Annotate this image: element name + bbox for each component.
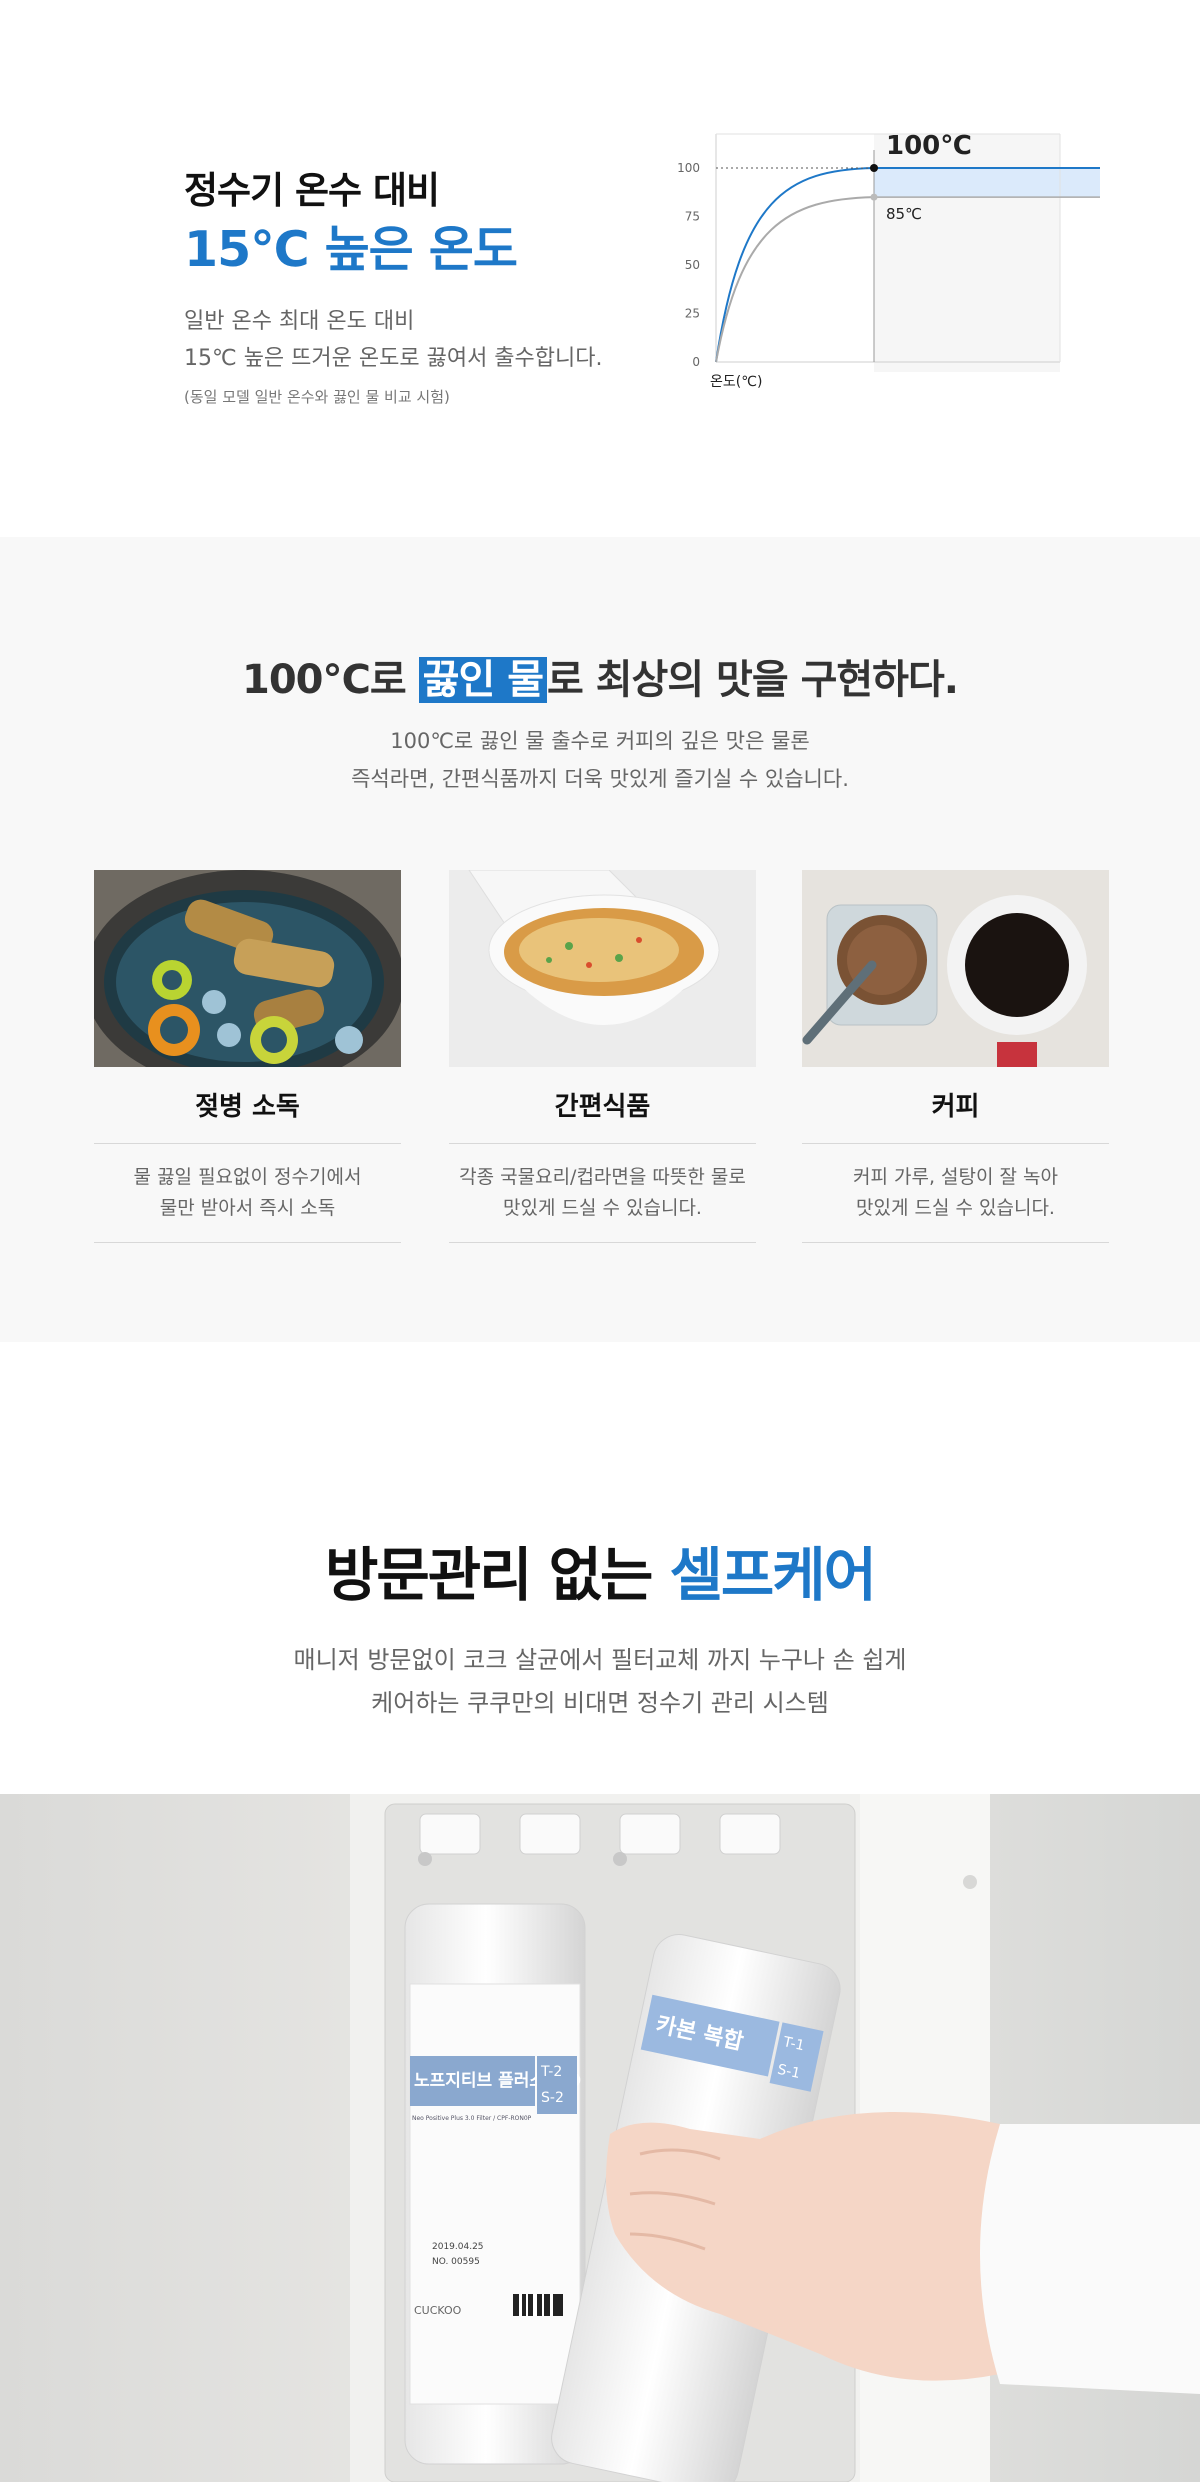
temperature-title-line2: 15℃ 높은 온도: [184, 221, 518, 278]
coffee-image: [802, 870, 1109, 1067]
y-tick-label: 100: [677, 161, 700, 175]
card-desc-line1: 각종 국물요리/컵라면을 따뜻한 물로: [459, 1166, 746, 1188]
card-desc-line1: 커피 가루, 설탕이 잘 녹아: [853, 1166, 1058, 1188]
x-axis-label: 온도(℃): [710, 374, 762, 390]
peak-point: [870, 164, 878, 172]
temperature-section: 정수기 온수 대비 15℃ 높은 온도 일반 온수 최대 온도 대비 15℃ 높…: [0, 0, 1200, 537]
temperature-title-line1: 정수기 온수 대비: [184, 169, 440, 212]
filter1-brand: CUCKOO: [414, 2304, 462, 2317]
peak-label: 100℃: [886, 131, 972, 161]
self-care-desc-line2: 케어하는 쿠쿠만의 비대면 정수기 관리 시스템: [371, 1689, 829, 1717]
card-description: 각종 국물요리/컵라면을 따뜻한 물로 맛있게 드실 수 있습니다.: [449, 1144, 756, 1242]
temperature-note: (동일 모델 일반 온수와 끓인 물 비교 시험): [184, 388, 450, 406]
filter-replacement-photo: 노프지티브 플러스 3.0 T-2 S-2 Neo Positive Plus …: [0, 1794, 1200, 2482]
card-coffee: 커피 커피 가루, 설탕이 잘 녹아 맛있게 드실 수 있습니다.: [802, 870, 1109, 1243]
chart-highlight-band: [874, 168, 1100, 198]
card-title: 간편식품: [554, 1092, 651, 1122]
card-desc-line2: 맛있게 드실 수 있습니다.: [856, 1197, 1055, 1219]
boiled-title-highlight: 끓인 물: [418, 657, 547, 703]
filter1-no: NO. 00595: [432, 2257, 480, 2267]
self-care-title: 방문관리 없는 셀프케어: [0, 1528, 1200, 1612]
card-desc-line2: 맛있게 드실 수 있습니다.: [503, 1197, 702, 1219]
temperature-desc-line1: 일반 온수 최대 온도 대비: [184, 309, 415, 334]
y-tick-label: 75: [685, 210, 700, 224]
boiled-water-title: 100℃로 끓인 물로 최상의 맛을 구현하다.: [0, 647, 1200, 705]
card-title: 젖병 소독: [195, 1092, 300, 1122]
divider: [94, 1242, 401, 1243]
card-instant-food: 간편식품 각종 국물요리/컵라면을 따뜻한 물로 맛있게 드실 수 있습니다.: [449, 870, 756, 1243]
card-bottle-sterilize: 젖병 소독 물 끓일 필요없이 정수기에서 물만 받아서 즉시 소독: [94, 870, 401, 1243]
series-curve: [715, 167, 875, 363]
boiled-title-post: 로 최상의 맛을 구현하다.: [547, 657, 959, 703]
filter1-code-top: T-2: [540, 2064, 562, 2080]
card-description: 커피 가루, 설탕이 잘 녹아 맛있게 드실 수 있습니다.: [802, 1144, 1109, 1242]
y-tick-label: 50: [685, 258, 700, 272]
card-desc-line1: 물 끓일 필요없이 정수기에서: [133, 1166, 362, 1188]
boiled-desc-line2: 즉석라면, 간편식품까지 더욱 맛있게 즐기실 수 있습니다.: [351, 767, 849, 791]
divider: [802, 1242, 1109, 1243]
temperature-chart: 100 75 50 25 0 100℃ 85℃ 온도(℃): [677, 131, 1100, 390]
temperature-desc-line2: 15℃ 높은 뜨거운 온도로 끓여서 출수합니다.: [184, 346, 603, 371]
self-care-title-pre: 방문관리 없는: [325, 1541, 670, 1609]
card-desc-line2: 물만 받아서 즉시 소독: [159, 1197, 336, 1219]
card-title: 커피: [931, 1092, 980, 1122]
card-description: 물 끓일 필요없이 정수기에서 물만 받아서 즉시 소독: [94, 1144, 401, 1242]
boiled-desc-line1: 100℃로 끓인 물 출수로 커피의 깊은 맛은 물론: [390, 729, 810, 753]
boiled-water-section: 100℃로 끓인 물로 최상의 맛을 구현하다. 100℃로 끓인 물 출수로 …: [0, 537, 1200, 1342]
divider: [449, 1242, 756, 1243]
filter1-sub: Neo Positive Plus 3.0 Filter / CPF-RON0P: [412, 2115, 532, 2122]
instant-food-image: [449, 870, 756, 1067]
filter1-code-bottom: S-2: [541, 2090, 564, 2106]
boiled-title-pre: 100℃로: [242, 657, 419, 703]
y-tick-label: 0: [692, 355, 700, 369]
self-care-title-accent: 셀프케어: [669, 1541, 877, 1609]
peak-point: [870, 193, 878, 201]
series-curve: [715, 196, 875, 363]
self-care-desc-line1: 매니저 방문없이 코크 살균에서 필터교체 까지 누구나 손 쉽게: [293, 1646, 907, 1674]
peak-label: 85℃: [886, 205, 922, 223]
filter1-date: 2019.04.25: [432, 2242, 484, 2252]
bottle-sterilize-image: [94, 870, 401, 1067]
self-care-section: 방문관리 없는 셀프케어 매니저 방문없이 코크 살균에서 필터교체 까지 누구…: [0, 1342, 1200, 2482]
y-tick-label: 25: [685, 307, 700, 321]
